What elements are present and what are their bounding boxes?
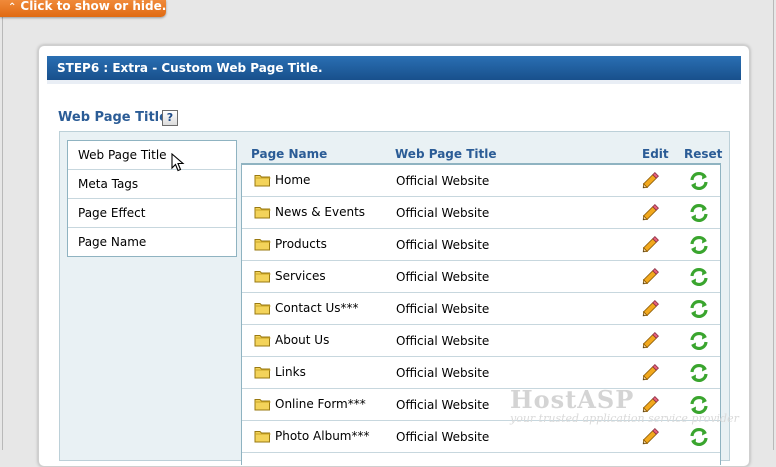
edit-pencil-icon[interactable] bbox=[640, 201, 662, 226]
sidebar-item-page-effect[interactable]: Page Effect bbox=[68, 199, 236, 228]
folder-icon bbox=[254, 269, 271, 286]
web-page-title-cell: Official Website bbox=[396, 366, 490, 380]
edit-pencil-icon[interactable] bbox=[640, 329, 662, 354]
reset-icon[interactable] bbox=[688, 234, 710, 259]
page-name-cell: News & Events bbox=[275, 205, 366, 219]
reset-icon[interactable] bbox=[688, 362, 710, 387]
table-header: Page Name Web Page Title Edit Reset bbox=[241, 145, 723, 163]
folder-icon bbox=[254, 205, 271, 222]
reset-icon[interactable] bbox=[688, 426, 710, 451]
folder-icon bbox=[254, 333, 271, 350]
edit-pencil-icon[interactable] bbox=[640, 233, 662, 258]
help-icon[interactable]: ? bbox=[162, 110, 178, 126]
table-row: Contact Us*** Official Website bbox=[242, 293, 720, 325]
page-name-cell: Services bbox=[275, 269, 326, 283]
edit-pencil-icon[interactable] bbox=[640, 297, 662, 322]
edit-pencil-icon[interactable] bbox=[640, 425, 662, 450]
reset-icon[interactable] bbox=[688, 394, 710, 419]
page-name-cell: About Us bbox=[275, 333, 330, 347]
column-header-reset: Reset bbox=[684, 147, 723, 161]
sidebar-item-web-page-title[interactable]: Web Page Title bbox=[68, 141, 236, 170]
pages-table: Home Official Website News & Events Officia… bbox=[241, 164, 721, 465]
page-name-cell: Photo Album*** bbox=[275, 429, 370, 443]
column-header-page-name: Page Name bbox=[251, 147, 328, 161]
page-name-cell: Contact Us*** bbox=[275, 301, 359, 315]
folder-icon bbox=[254, 301, 271, 318]
column-header-edit: Edit bbox=[642, 147, 669, 161]
table-row: Links Official Website bbox=[242, 357, 720, 389]
page-name-cell: Online Form*** bbox=[275, 397, 366, 411]
edit-pencil-icon[interactable] bbox=[640, 265, 662, 290]
table-row: Services Official Website bbox=[242, 261, 720, 293]
page-name-cell: Products bbox=[275, 237, 327, 251]
web-page-title-cell: Official Website bbox=[396, 174, 490, 188]
folder-icon bbox=[254, 237, 271, 254]
table-row: About Us Official Website bbox=[242, 325, 720, 357]
folder-icon bbox=[254, 429, 271, 446]
table-row: Online Form*** Official Website bbox=[242, 389, 720, 421]
reset-icon[interactable] bbox=[688, 330, 710, 355]
folder-icon bbox=[254, 173, 271, 190]
web-page-title-cell: Official Website bbox=[396, 302, 490, 316]
folder-icon bbox=[254, 365, 271, 382]
web-page-title-cell: Official Website bbox=[396, 238, 490, 252]
reset-icon[interactable] bbox=[688, 266, 710, 291]
folder-icon bbox=[254, 397, 271, 414]
sidebar-item-page-name[interactable]: Page Name bbox=[68, 228, 236, 256]
table-row: Photo Album*** Official Website bbox=[242, 421, 720, 453]
show-hide-toggle[interactable]: ⌃ Click to show or hide. bbox=[0, 0, 166, 17]
web-page-title-cell: Official Website bbox=[396, 334, 490, 348]
reset-icon[interactable] bbox=[688, 298, 710, 323]
table-row: Home Official Website bbox=[242, 165, 720, 197]
column-header-web-page-title: Web Page Title bbox=[395, 147, 497, 161]
step-header-divider bbox=[47, 80, 741, 84]
mouse-cursor-icon bbox=[171, 153, 185, 172]
section-title: Web Page Title bbox=[58, 110, 168, 125]
reset-icon[interactable] bbox=[688, 202, 710, 227]
chevron-up-icon: ⌃ bbox=[8, 2, 17, 13]
side-menu: Web Page Title Meta Tags Page Effect Pag… bbox=[67, 140, 237, 257]
sidebar-item-meta-tags[interactable]: Meta Tags bbox=[68, 170, 236, 199]
web-page-title-cell: Official Website bbox=[396, 430, 490, 444]
edit-pencil-icon[interactable] bbox=[640, 169, 662, 194]
reset-icon[interactable] bbox=[688, 170, 710, 195]
page-name-cell: Home bbox=[275, 173, 311, 187]
edit-pencil-icon[interactable] bbox=[640, 393, 662, 418]
table-row: News & Events Official Website bbox=[242, 197, 720, 229]
edit-pencil-icon[interactable] bbox=[640, 361, 662, 386]
web-page-title-cell: Official Website bbox=[396, 206, 490, 220]
toggle-label: Click to show or hide. bbox=[20, 0, 166, 13]
table-row: Products Official Website bbox=[242, 229, 720, 261]
page-name-cell: Links bbox=[275, 365, 306, 379]
web-page-title-cell: Official Website bbox=[396, 398, 490, 412]
step-header: STEP6 : Extra - Custom Web Page Title. bbox=[47, 56, 741, 80]
web-page-title-cell: Official Website bbox=[396, 270, 490, 284]
